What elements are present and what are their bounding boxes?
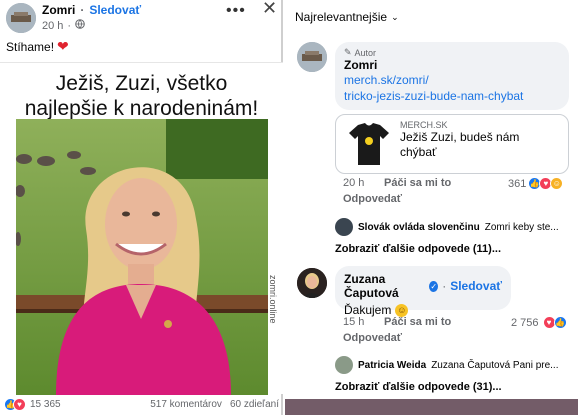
comment-time[interactable]: 20 h	[343, 177, 364, 189]
card-title-line-2: chýbať	[400, 145, 437, 159]
post-stats: 👍 ♥ 15 365 517 komentárov 60 zdieľaní	[0, 394, 283, 415]
comment-bubble: ✎ Autor Zomri merch.sk/zomri/ tricko-jez…	[335, 42, 569, 110]
card-site: MERCH.SK	[400, 120, 448, 130]
author-badge-label: Autor	[354, 47, 377, 58]
comment-time[interactable]: 15 h	[343, 316, 364, 328]
comments-count[interactable]: 517 komentárov	[150, 399, 222, 410]
post-author[interactable]: Zomri	[42, 2, 75, 18]
more-replies-link[interactable]: Zobraziť ďalšie odpovede (11)...	[335, 243, 501, 255]
screenshot-root: Zomri · Sledovať 20 h · ••• ✕ Stíhame! ❤	[0, 0, 578, 415]
haha-reaction-icon: ☺	[550, 177, 564, 190]
comments-panel: Najrelevantnejšie ⌄ ✎ Autor Zomri merch.…	[285, 0, 578, 415]
comment-reactions[interactable]: 361 👍 ♥ ☺	[508, 177, 564, 190]
verified-icon: ✓	[429, 280, 439, 292]
post-panel: Zomri · Sledovať 20 h · ••• ✕ Stíhame! ❤	[0, 0, 283, 415]
chevron-down-icon: ⌄	[391, 11, 399, 22]
sort-label: Najrelevantnejšie	[295, 10, 388, 24]
portrait-photo	[16, 119, 268, 395]
heart-emoji: ❤	[57, 38, 69, 54]
post-header: Zomri · Sledovať 20 h ·	[6, 2, 141, 34]
smile-emoji: ☺	[395, 303, 409, 317]
post-image[interactable]: Ježiš, Zuzi, všetko najlepšie k narodeni…	[0, 62, 283, 395]
follow-button[interactable]: Sledovať	[89, 2, 141, 18]
close-icon[interactable]: ✕	[262, 0, 277, 19]
post-time[interactable]: 20 h	[42, 18, 63, 34]
separator: ·	[80, 3, 85, 17]
bottom-band	[285, 399, 578, 415]
post-caption: Stíhame! ❤	[6, 38, 69, 55]
reply-avatar	[335, 356, 353, 374]
reply-preview[interactable]: Patricia Weida Zuzana Čaputová Pani pre.…	[335, 356, 573, 374]
separator: ·	[67, 20, 72, 32]
shares-count[interactable]: 60 zdieľaní	[230, 399, 279, 410]
comment-avatar[interactable]	[297, 268, 327, 298]
author-badge: ✎ Autor	[344, 47, 560, 58]
comment-reactions[interactable]: 2 756 ♥ 👍	[511, 316, 567, 329]
follow-button[interactable]: Sledovať	[450, 279, 502, 293]
comment-avatar[interactable]	[297, 42, 327, 72]
reply-author: Slovák ovláda slovenčinu	[358, 221, 480, 233]
reply-button[interactable]: Odpovedať	[343, 193, 402, 205]
pencil-icon: ✎	[344, 47, 352, 57]
page-avatar[interactable]	[6, 3, 36, 33]
headline-line-1: Ježiš, Zuzi, všetko	[55, 72, 228, 95]
like-button[interactable]: Páči sa mi to	[384, 316, 451, 328]
card-title-line-1: Ježiš Zuzi, budeš nám	[400, 130, 520, 144]
reaction-count: 2 756	[511, 316, 539, 329]
love-reaction-icon[interactable]: ♥	[13, 398, 26, 411]
comment-link-line-1[interactable]: merch.sk/zomri/	[344, 72, 560, 88]
reply-text: Zomri keby ste...	[484, 221, 559, 233]
reply-preview[interactable]: Slovák ovláda slovenčinu Zomri keby ste.…	[335, 218, 573, 236]
more-replies-link[interactable]: Zobraziť ďalšie odpovede (31)...	[335, 381, 502, 393]
link-preview-card[interactable]: MERCH.SK Ježiš Zuzi, budeš nám chýbať	[335, 114, 569, 174]
headline-line-2: najlepšie k narodeninám!	[24, 97, 259, 120]
image-headline: Ježiš, Zuzi, všetko najlepšie k narodeni…	[0, 71, 283, 121]
comment-text: Ďakujem	[344, 303, 392, 317]
like-button[interactable]: Páči sa mi to	[384, 177, 451, 189]
reply-text: Zuzana Čaputová Pani pre...	[431, 359, 559, 371]
like-reaction-icon: 👍	[553, 316, 567, 329]
comment-bubble: Zuzana Čaputová ✓ · Sledovať Ďakujem ☺	[335, 266, 511, 317]
sort-dropdown[interactable]: Najrelevantnejšie ⌄	[295, 10, 399, 24]
comment-link-line-2[interactable]: tricko-jezis-zuzi-bude-nam-chybat	[344, 88, 560, 104]
reaction-count: 361	[508, 177, 527, 190]
reply-button[interactable]: Odpovedať	[343, 332, 402, 344]
reply-author: Patricia Weida	[358, 359, 427, 371]
caption-text: Stíhame!	[6, 39, 55, 54]
reactions-count[interactable]: 15 365	[30, 399, 61, 410]
more-dots-icon[interactable]: •••	[226, 2, 246, 20]
tshirt-thumbnail	[348, 121, 390, 172]
globe-icon	[75, 18, 85, 34]
reply-avatar	[335, 218, 353, 236]
comment-author[interactable]: Zuzana Čaputová	[344, 272, 425, 300]
comment-author[interactable]: Zomri	[344, 58, 560, 72]
separator: ·	[442, 279, 447, 293]
watermark: zomri.online	[268, 275, 278, 324]
